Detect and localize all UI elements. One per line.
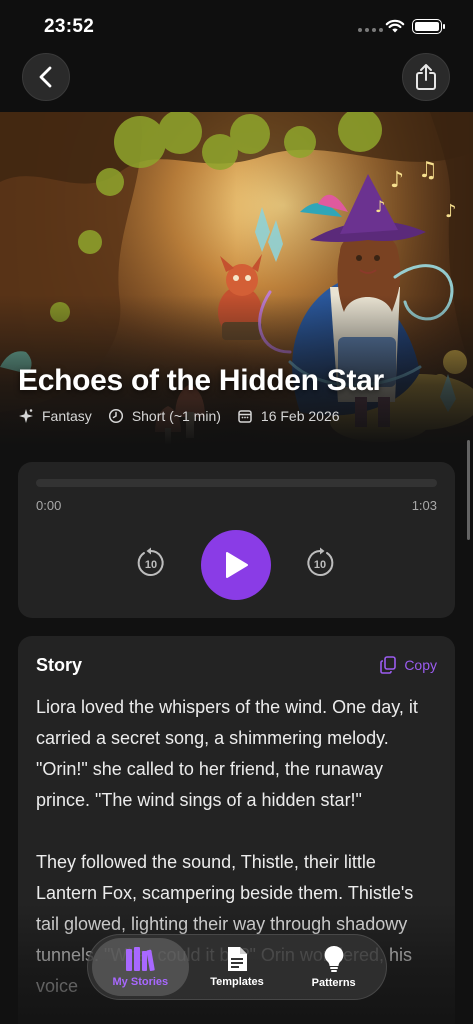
length-label: Short (~1 min) — [131, 408, 221, 424]
document-icon — [228, 947, 247, 971]
duration: 1:03 — [411, 498, 437, 513]
tab-my-stories[interactable]: My Stories — [92, 938, 189, 996]
skip-forward-10-icon[interactable]: 10 — [304, 547, 336, 579]
wifi-icon — [385, 19, 405, 33]
clock-icon — [108, 408, 123, 424]
svg-text:♪: ♪ — [445, 201, 457, 222]
skip-back-10-icon[interactable]: 10 — [135, 547, 167, 579]
story-cover: ♪ ♫ ♪ ♪ Echoes of the Hidden Star Fantas… — [0, 112, 473, 445]
svg-text:♫: ♫ — [418, 158, 438, 183]
play-icon — [226, 552, 248, 578]
scrollbar[interactable] — [467, 440, 470, 540]
cellular-signal-icon — [358, 28, 383, 32]
audio-progress-bar[interactable] — [36, 479, 437, 487]
audio-player: 0:00 1:03 10 10 — [18, 462, 455, 618]
tab-label: Patterns — [311, 977, 356, 989]
tab-bar: My Stories Templates Patterns — [87, 934, 387, 1000]
tab-patterns[interactable]: Patterns — [285, 938, 382, 996]
length-meta: Short (~1 min) — [108, 408, 221, 424]
date-meta: 16 Feb 2026 — [237, 408, 340, 424]
share-icon — [416, 64, 436, 90]
story-paragraph: Liora loved the whispers of the wind. On… — [36, 697, 418, 810]
play-button[interactable] — [201, 530, 271, 600]
story-heading: Story — [36, 655, 83, 675]
books-icon — [126, 947, 156, 972]
copy-label: Copy — [404, 657, 437, 673]
story-title: Echoes of the Hidden Star — [18, 364, 384, 397]
copy-icon — [380, 656, 397, 674]
battery-icon — [412, 19, 445, 34]
status-time: 23:52 — [44, 16, 95, 37]
share-button[interactable] — [402, 53, 450, 101]
skip-back-label: 10 — [145, 559, 157, 571]
status-bar: 23:52 — [0, 0, 473, 52]
tab-templates[interactable]: Templates — [189, 938, 286, 996]
navigation-bar — [0, 52, 473, 112]
copy-button[interactable]: Copy — [380, 656, 437, 674]
chevron-left-icon — [39, 66, 52, 88]
sparkle-icon — [19, 409, 33, 423]
svg-text:♪: ♪ — [390, 168, 404, 193]
genre-meta: Fantasy — [18, 408, 92, 424]
lightbulb-icon — [324, 945, 344, 972]
tab-label: Templates — [210, 976, 264, 988]
back-button[interactable] — [22, 53, 70, 101]
calendar-icon — [238, 410, 252, 423]
genre-label: Fantasy — [42, 408, 92, 424]
tab-label: My Stories — [112, 976, 169, 988]
svg-text:♪: ♪ — [375, 197, 385, 216]
date-label: 16 Feb 2026 — [260, 408, 340, 424]
skip-forward-label: 10 — [314, 559, 326, 571]
current-time: 0:00 — [36, 498, 62, 513]
story-meta: Fantasy Short (~1 min) 16 Feb 2026 — [18, 408, 356, 424]
